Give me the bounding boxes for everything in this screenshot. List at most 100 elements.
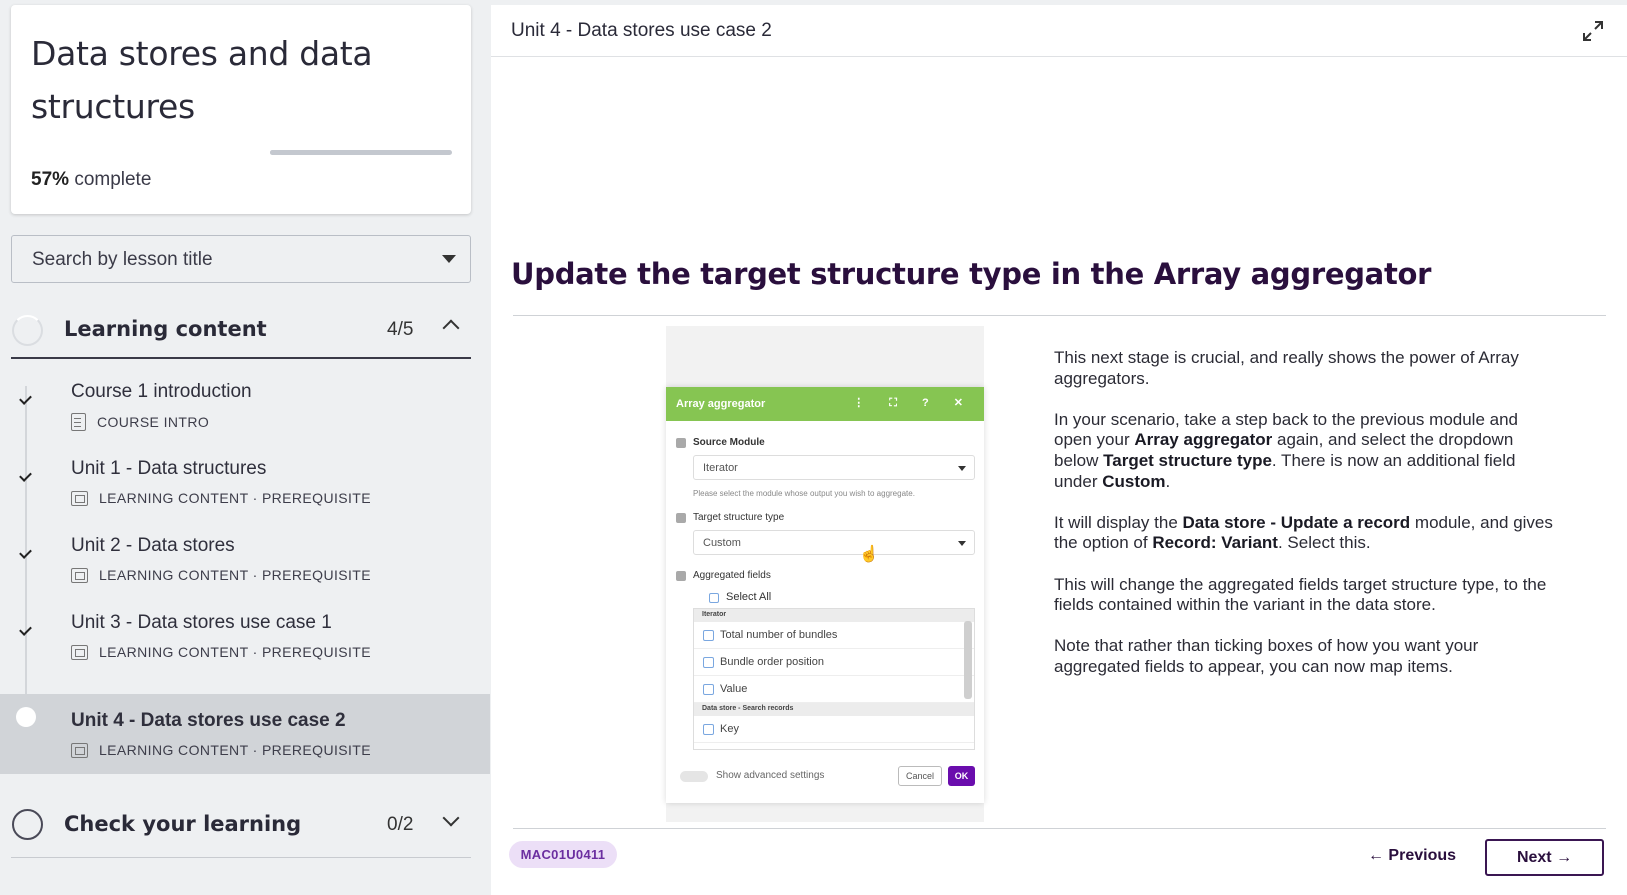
paragraph: In your scenario, take a step back to th… <box>1054 409 1518 491</box>
list-item: Value <box>694 676 974 703</box>
progress-bar <box>270 150 452 155</box>
section-count: 4/5 <box>387 319 414 340</box>
progress-percent: 57% <box>31 169 70 190</box>
source-module-select: Iterator <box>693 455 975 480</box>
lesson-type: LEARNING CONTENT <box>99 742 249 758</box>
list-item: Bundle order position <box>694 649 974 676</box>
course-title: Data stores and data structures <box>31 34 373 126</box>
media-icon <box>71 491 88 506</box>
lesson-meta: LEARNING CONTENT · PREREQUISITE <box>71 742 371 762</box>
lesson-title: Unit 4 - Data stores use case 2 <box>71 710 346 731</box>
media-icon <box>71 568 88 583</box>
list-item: Key <box>694 716 974 743</box>
collapse-icon <box>676 438 686 448</box>
source-module-hint: Please select the module whose output yo… <box>693 489 915 498</box>
course-title-card: Data stores and data structures 57% comp… <box>11 5 471 214</box>
progress-suffix: complete <box>74 169 152 190</box>
previous-button[interactable]: ← Previous <box>1345 839 1479 873</box>
unit-title: Unit 4 - Data stores use case 2 <box>511 20 772 41</box>
lesson-tag: PREREQUISITE <box>261 742 371 758</box>
next-button[interactable]: Next → <box>1485 839 1604 876</box>
meta-separator: · <box>252 742 258 758</box>
media-icon <box>71 645 88 660</box>
progress-ring-icon <box>12 315 43 346</box>
caret-down-icon <box>442 255 456 263</box>
section-learning-content[interactable]: Learning content 4/5 <box>11 302 471 359</box>
progress-ring-icon <box>12 809 43 840</box>
lesson-content-panel: Unit 4 - Data stores use case 2 Update t… <box>491 5 1627 895</box>
advanced-settings-label: Show advanced settings <box>716 770 825 781</box>
check-icon <box>19 546 32 559</box>
source-module-label: Source Module <box>693 437 765 448</box>
list-group: Iterator <box>694 609 974 622</box>
target-structure-label: Target structure type <box>693 512 785 523</box>
select-all-checkbox-icon <box>709 593 719 603</box>
lesson-item-unit-1[interactable]: Unit 1 - Data structures LEARNING CONTEN… <box>0 453 490 533</box>
section-check-your-learning[interactable]: Check your learning 0/2 <box>11 795 471 858</box>
lesson-topbar: Unit 4 - Data stores use case 2 <box>491 5 1627 57</box>
paragraph: Note that rather than ticking boxes of h… <box>1054 636 1479 676</box>
lesson-search-dropdown[interactable]: Search by lesson title <box>11 235 471 283</box>
media-icon <box>71 743 88 758</box>
lesson-meta: LEARNING CONTENT · PREREQUISITE <box>71 644 371 664</box>
dialog-title: Array aggregator <box>676 398 766 410</box>
lesson-heading: Update the target structure type in the … <box>511 257 1432 291</box>
lesson-meta: LEARNING CONTENT · PREREQUISITE <box>71 490 371 510</box>
divider <box>513 828 1606 829</box>
lesson-title: Unit 1 - Data structures <box>71 458 267 479</box>
divider <box>513 315 1606 316</box>
pointer-cursor-icon: ☝ <box>859 546 879 563</box>
lesson-body: This next stage is crucial, and really s… <box>1054 348 1554 698</box>
check-icon <box>19 623 32 636</box>
paragraph: This next stage is crucial, and really s… <box>1054 348 1519 388</box>
scrollbar <box>964 621 972 699</box>
lesson-tag: PREREQUISITE <box>261 644 371 660</box>
expand-fullscreen-icon[interactable] <box>1581 19 1605 43</box>
check-icon <box>19 469 32 482</box>
collapse-icon <box>676 513 686 523</box>
lesson-item-course-intro[interactable]: Course 1 introduction COURSE INTRO <box>0 376 490 456</box>
aggregated-fields-label: Aggregated fields <box>693 570 771 581</box>
lesson-title: Unit 3 - Data stores use case 1 <box>71 612 332 633</box>
check-icon <box>19 392 32 405</box>
lesson-meta: LEARNING CONTENT · PREREQUISITE <box>71 567 371 587</box>
section-count: 0/2 <box>387 814 414 835</box>
list-group: Data store - Search records <box>694 703 974 716</box>
lesson-title: Unit 2 - Data stores <box>71 535 235 556</box>
progress-label: 57% complete <box>31 169 151 191</box>
progress-bar-fill <box>270 150 374 155</box>
lesson-type: LEARNING CONTENT <box>99 490 249 506</box>
select-all-label: Select All <box>726 591 772 603</box>
lesson-type: COURSE INTRO <box>97 414 210 430</box>
section-title: Learning content <box>64 317 267 341</box>
chevron-up-icon[interactable] <box>442 319 460 337</box>
cancel-button-image: Cancel <box>898 766 942 786</box>
lesson-code-badge: MAC01U0411 <box>509 841 617 868</box>
document-icon <box>71 413 86 431</box>
current-lesson-dot-icon <box>16 707 36 727</box>
paragraph: This will change the aggregated fields t… <box>1054 574 1547 615</box>
course-sidebar: Data stores and data structures 57% comp… <box>0 0 490 895</box>
section-title: Check your learning <box>64 812 302 836</box>
ok-button-image: OK <box>948 766 975 786</box>
chevron-down-icon[interactable] <box>442 809 460 827</box>
lesson-title: Course 1 introduction <box>71 381 252 402</box>
search-placeholder: Search by lesson title <box>32 249 213 270</box>
dialog: Array aggregator ⋮ ⛶ ? ✕ Source Module I… <box>666 387 984 803</box>
aggregated-fields-list: Iterator Total number of bundles Bundle … <box>693 608 975 750</box>
meta-separator: · <box>252 644 258 660</box>
lesson-type: LEARNING CONTENT <box>99 567 249 583</box>
target-structure-select: Custom <box>693 530 975 555</box>
list-item: Total number of bundles <box>694 622 974 649</box>
lesson-meta: COURSE INTRO <box>71 413 209 433</box>
lesson-type: LEARNING CONTENT <box>99 644 249 660</box>
lesson-item-unit-2[interactable]: Unit 2 - Data stores LEARNING CONTENT · … <box>0 530 490 610</box>
paragraph: It will display the Data store - Update … <box>1054 512 1553 553</box>
meta-separator: · <box>252 567 258 583</box>
meta-separator: · <box>252 490 258 506</box>
lesson-tag: PREREQUISITE <box>261 490 371 506</box>
lesson-item-unit-4[interactable]: Unit 4 - Data stores use case 2 LEARNING… <box>0 694 490 774</box>
lesson-item-unit-3[interactable]: Unit 3 - Data stores use case 1 LEARNING… <box>0 607 490 687</box>
toggle-icon <box>680 771 708 782</box>
lesson-tag: PREREQUISITE <box>261 567 371 583</box>
